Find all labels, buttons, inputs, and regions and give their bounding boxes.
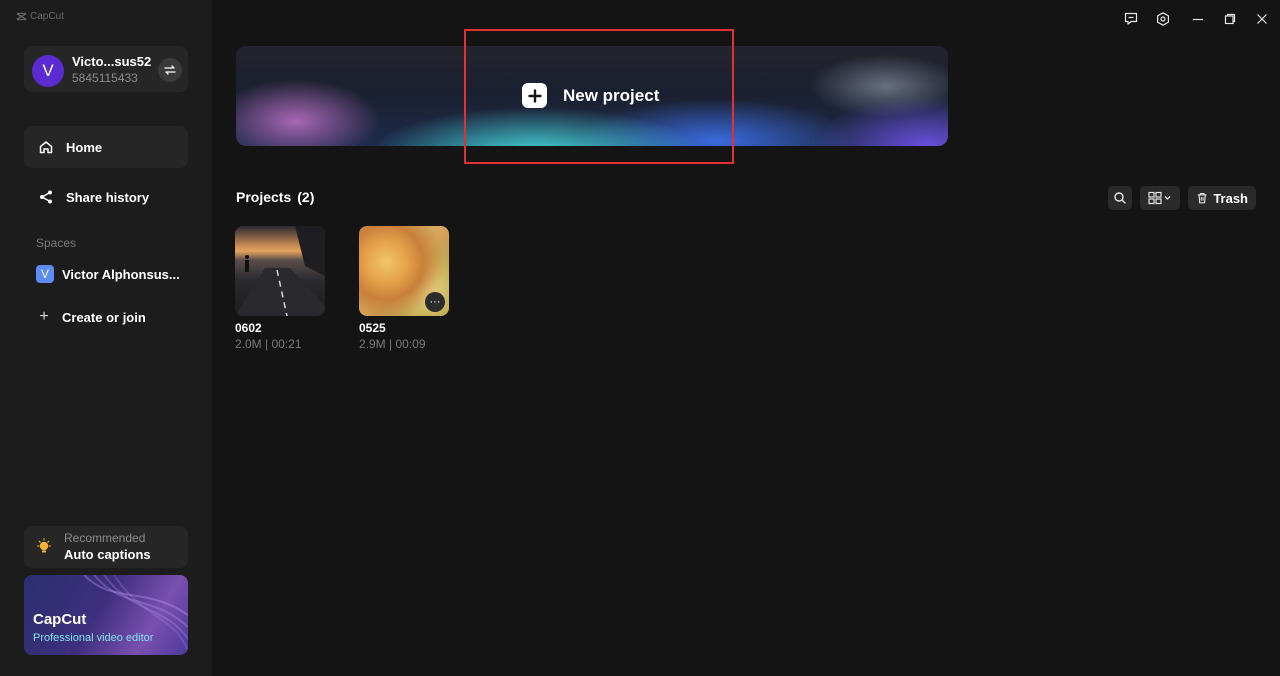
close-button[interactable] [1253,10,1271,28]
new-project-label: New project [563,85,660,105]
plus-icon: + [39,308,49,325]
promo-subtitle: Professional video editor [33,632,154,644]
sidebar: CapCut V Victo...sus52 5845115433 Home S… [0,0,212,676]
project-card[interactable]: ··· 0525 2.9M | 00:09 [359,226,449,351]
project-card[interactable]: 0602 2.0M | 00:21 [235,226,325,351]
feedback-button[interactable] [1122,10,1140,28]
project-meta: 2.0M | 00:21 [235,337,302,351]
projects-count: (2) [297,189,315,205]
app-name: CapCut [30,11,64,22]
project-meta: 2.9M | 00:09 [359,337,426,351]
nav-home-label: Home [66,139,103,155]
trash-label: Trash [1213,190,1248,206]
feedback-icon [1124,12,1138,25]
avatar[interactable]: V [32,55,64,87]
app-logo: CapCut [16,11,64,22]
create-or-join-label: Create or join [62,309,146,325]
space-item[interactable]: V Victor Alphonsus... [36,265,180,283]
home-icon [39,141,53,154]
new-project-content[interactable]: New project [522,83,659,108]
user-card[interactable]: V Victo...sus52 5845115433 [24,46,188,92]
nav-home[interactable]: Home [24,126,188,168]
promo-title: CapCut [33,611,87,628]
view-toggle-button[interactable] [1140,186,1180,210]
nav-share-history-label: Share history [66,189,150,205]
recommended-label: Recommended [64,531,146,545]
road-thumbnail-graphic [235,226,325,316]
minimize-icon [1193,18,1203,21]
switch-account-button[interactable] [158,58,182,82]
more-options-button[interactable]: ··· [425,292,445,312]
user-id: 5845115433 [72,71,138,85]
recommended-title: Auto captions [64,547,151,562]
lightbulb-icon [36,538,52,553]
project-name[interactable]: 0525 [359,321,449,335]
projects-title: Projects [236,189,292,205]
restore-icon [1224,13,1236,25]
recommended-card[interactable]: Recommended Auto captions [24,526,188,568]
search-icon [1114,192,1126,204]
projects-heading: Projects (2) [236,189,314,205]
new-project-banner[interactable]: New project [236,46,948,146]
restore-button[interactable] [1221,10,1239,28]
trash-icon [1197,193,1207,204]
project-thumbnail[interactable] [235,226,325,316]
add-icon [522,83,547,108]
minimize-button[interactable] [1189,10,1207,28]
close-icon [1257,14,1267,24]
nav-share-history[interactable]: Share history [24,176,188,218]
trash-button[interactable]: Trash [1188,186,1256,210]
capcut-logo-icon [16,12,27,21]
create-or-join-button[interactable]: + Create or join [36,308,146,326]
space-badge: V [36,265,54,283]
grid-view-icon [1148,191,1171,205]
gear-icon [1157,12,1169,26]
promo-card[interactable]: CapCut Professional video editor [24,575,188,655]
share-icon [40,190,52,204]
user-name: Victo...sus52 [72,54,152,69]
project-name[interactable]: 0602 [235,321,325,335]
switch-arrows-icon [164,65,176,75]
more-icon: ··· [429,295,441,308]
project-thumbnail[interactable]: ··· [359,226,449,316]
spaces-label: Spaces [36,236,77,250]
space-name: Victor Alphonsus... [62,266,180,282]
settings-button[interactable] [1154,10,1172,28]
search-button[interactable] [1108,186,1132,210]
